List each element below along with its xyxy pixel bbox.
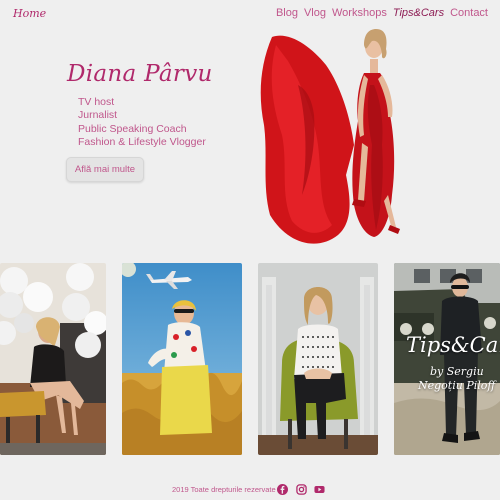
role-item: TV host — [78, 96, 115, 108]
youtube-icon[interactable] — [314, 484, 325, 495]
tile-tips-cars[interactable]: Tips&Cars by Sergiu Negoțiu Piloff — [394, 263, 500, 455]
nav-item-workshops[interactable]: Workshops — [332, 7, 387, 19]
balloons-photo — [0, 263, 106, 455]
facebook-icon[interactable] — [277, 484, 288, 495]
nav-item-tips-cars[interactable]: Tips&Cars — [393, 7, 444, 19]
nav-item-blog[interactable]: Blog — [276, 7, 298, 19]
top-nav: Home Blog Vlog Workshops Tips&Cars Conta… — [0, 7, 500, 23]
tile-wheat-field[interactable] — [122, 263, 242, 455]
tile-interview[interactable] — [258, 263, 378, 455]
tips-cars-by: by Sergiu — [430, 365, 484, 378]
role-item: Fashion & Lifestyle Vlogger — [78, 135, 206, 148]
hero-roles: TV host Jurnalist Public Speaking Coach … — [78, 96, 206, 149]
interview-photo — [258, 263, 378, 455]
instagram-icon[interactable] — [296, 484, 307, 495]
home-link[interactable]: Home — [13, 7, 46, 20]
hero-photo — [260, 29, 400, 244]
role-item: Jurnalist — [78, 109, 118, 122]
copyright-text: 2019 Toate drepturile rezervate — [172, 485, 276, 494]
tile-balloons[interactable] — [0, 263, 106, 455]
footer: 2019 Toate drepturile rezervate — [0, 484, 500, 497]
nav-item-vlog[interactable]: Vlog — [304, 7, 326, 19]
tips-cars-author: Negoțiu Piloff — [418, 379, 496, 392]
wheat-field-photo — [122, 263, 242, 455]
photo-grid: Tips&Cars by Sergiu Negoțiu Piloff — [0, 263, 500, 455]
nav-item-contact[interactable]: Contact — [450, 7, 488, 19]
nav-menu: Blog Vlog Workshops Tips&Cars Contact — [276, 7, 488, 19]
hero-name: Diana Pârvu — [67, 61, 213, 87]
tips-cars-title: Tips&Cars — [406, 333, 500, 357]
role-item: Public Speaking Coach — [78, 122, 187, 135]
tips-cars-photo — [394, 263, 500, 455]
learn-more-button[interactable]: Află mai multe — [66, 157, 144, 182]
